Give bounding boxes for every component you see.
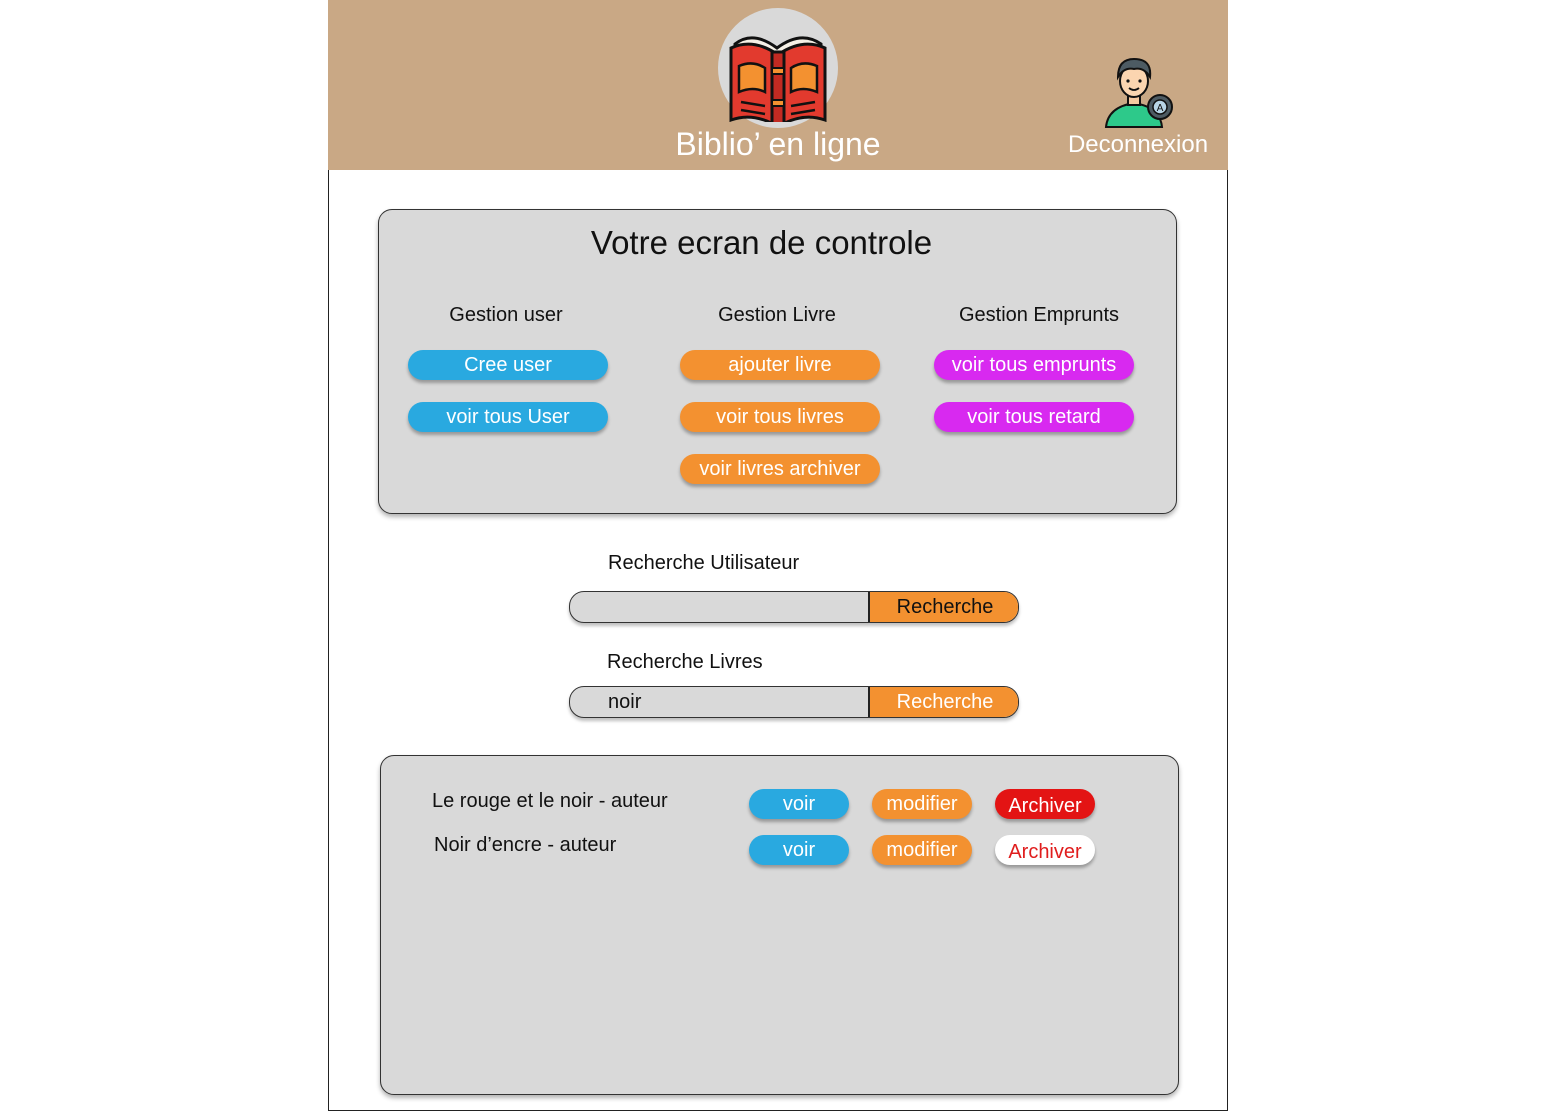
edit-book-button[interactable]: modifier [872, 835, 972, 865]
control-panel: Votre ecran de controle Gestion user Ges… [378, 209, 1177, 514]
view-all-users-button[interactable]: voir tous User [408, 402, 608, 432]
search-user-input[interactable] [570, 592, 868, 622]
open-book-icon [729, 36, 827, 122]
site-title: Biblio’ en ligne [675, 126, 881, 162]
logo[interactable] [718, 8, 838, 128]
view-archived-books-button[interactable]: voir livres archiver [680, 454, 880, 484]
archive-book-button[interactable]: Archiver [995, 789, 1095, 819]
view-all-loans-button[interactable]: voir tous emprunts [934, 350, 1134, 380]
result-title: Noir d’encre - auteur [434, 834, 617, 856]
archive-book-button[interactable]: Archiver [995, 835, 1095, 865]
search-books-input[interactable] [570, 687, 868, 717]
control-panel-title: Votre ecran de controle [590, 224, 933, 261]
user-management-heading: Gestion user [449, 304, 563, 326]
view-all-late-button[interactable]: voir tous retard [934, 402, 1134, 432]
search-user-label: Recherche Utilisateur [608, 552, 800, 574]
svg-text:A: A [1157, 103, 1164, 114]
search-books-button[interactable]: Recherche [868, 687, 1018, 717]
loan-management-heading: Gestion Emprunts [958, 304, 1120, 326]
edit-book-button[interactable]: modifier [872, 789, 972, 819]
view-all-books-button[interactable]: voir tous livres [680, 402, 880, 432]
view-book-button[interactable]: voir [749, 789, 849, 819]
create-user-button[interactable]: Cree user [408, 350, 608, 380]
user-account-icon[interactable]: A [1100, 55, 1180, 131]
logout-link[interactable]: Deconnexion [1058, 131, 1218, 159]
search-books-bar: Recherche [569, 686, 1019, 718]
search-user-button[interactable]: Recherche [868, 592, 1018, 622]
result-title: Le rouge et le noir - auteur [432, 790, 668, 812]
results-panel: Le rouge et le noir - auteur voir modifi… [380, 755, 1179, 1095]
add-book-button[interactable]: ajouter livre [680, 350, 880, 380]
view-book-button[interactable]: voir [749, 835, 849, 865]
book-management-heading: Gestion Livre [718, 304, 836, 326]
search-books-label: Recherche Livres [607, 651, 763, 673]
search-user-bar: Recherche [569, 591, 1019, 623]
